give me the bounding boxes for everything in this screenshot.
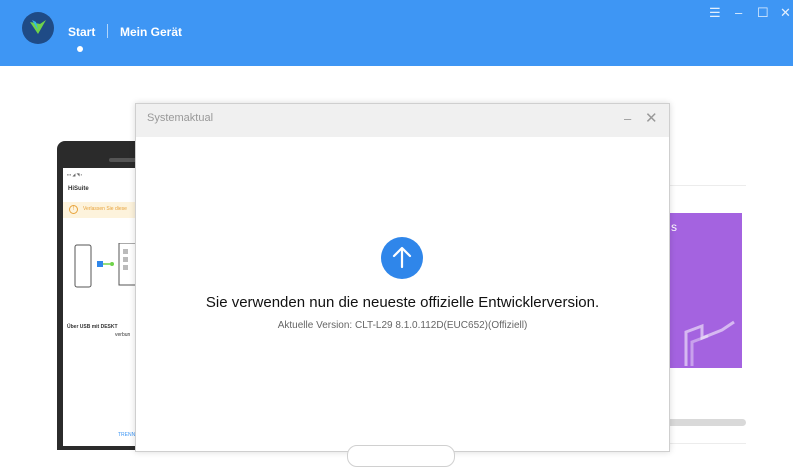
status-message: Sie verwenden nun die neueste offizielle… xyxy=(205,294,600,311)
system-update-dialog: Systemaktual – ✕ Sie verwenden nun die n… xyxy=(135,103,670,467)
phone-status-bar: ▪▪▪ ◢ ◥ ▪ xyxy=(67,172,83,177)
nav-divider xyxy=(107,24,108,38)
app-header: Start Mein Gerät ☰ – ☐ ✕ xyxy=(0,0,793,66)
phone-app-title: HiSuite xyxy=(68,186,89,192)
dialog-ok-button[interactable] xyxy=(347,445,455,467)
hisuite-logo-icon xyxy=(22,12,54,44)
feature-card-label: s xyxy=(671,220,677,234)
phone-usb-text-2: verbun xyxy=(115,332,131,338)
divider-line xyxy=(665,443,746,444)
phone-warning-text: Verlassen Sie diese xyxy=(83,206,127,212)
update-arrow-up-icon xyxy=(381,237,423,279)
current-version-text: Aktuelle Version: CLT-L29 8.1.0.112D(EUC… xyxy=(277,320,528,331)
menu-icon[interactable]: ☰ xyxy=(709,5,721,21)
nav-tab-my-device[interactable]: Mein Gerät xyxy=(120,25,182,39)
close-icon[interactable]: ✕ xyxy=(780,5,791,21)
feature-card-icon xyxy=(684,320,735,366)
warning-icon: ! xyxy=(69,205,78,214)
minimize-icon[interactable]: – xyxy=(735,5,742,21)
usb-connection-illustration-icon xyxy=(74,243,142,288)
dialog-title: Systemaktual xyxy=(147,112,214,124)
nav-tab-start[interactable]: Start xyxy=(68,25,95,39)
divider-line xyxy=(665,185,746,186)
dialog-titlebar: Systemaktual – ✕ xyxy=(136,104,669,137)
active-tab-indicator xyxy=(77,46,83,52)
progress-bar xyxy=(665,419,746,426)
phone-disconnect-link[interactable]: TRENN xyxy=(118,432,135,438)
maximize-icon[interactable]: ☐ xyxy=(757,5,769,21)
phone-camera xyxy=(110,158,114,162)
dialog-minimize-icon[interactable]: – xyxy=(624,112,631,125)
dialog-close-icon[interactable]: ✕ xyxy=(645,111,658,126)
